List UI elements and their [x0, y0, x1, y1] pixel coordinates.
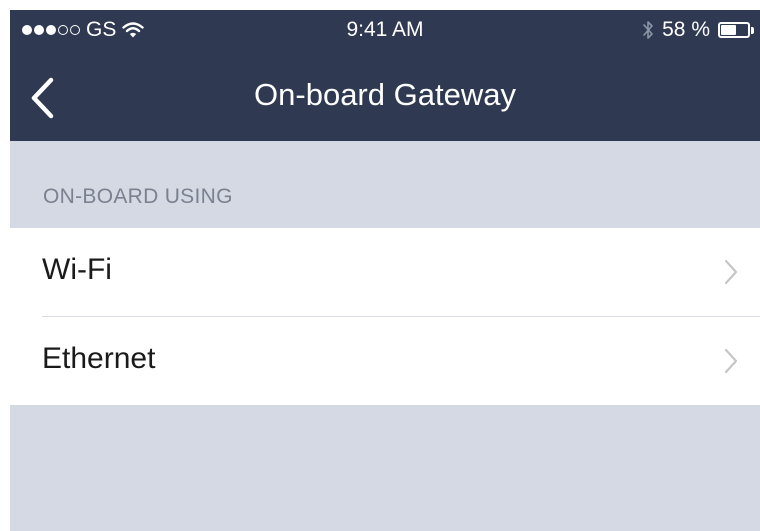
nav-bar: On-board Gateway	[10, 60, 760, 136]
battery-fill	[721, 25, 737, 35]
bluetooth-icon	[642, 20, 654, 40]
header: GS 9:41 AM 58 % On-board Gateway	[10, 10, 760, 141]
status-right: 58 %	[642, 18, 754, 42]
app-screen: GS 9:41 AM 58 % On-board Gateway ON-BOAR…	[10, 10, 760, 531]
list-item-label: Wi-Fi	[42, 253, 112, 286]
battery-percentage: 58 %	[662, 18, 710, 41]
options-list: Wi-Fi Ethernet	[10, 228, 760, 405]
chevron-right-icon	[724, 259, 738, 285]
battery-icon	[718, 22, 754, 38]
list-item-wifi[interactable]: Wi-Fi	[10, 228, 760, 317]
list-item-ethernet[interactable]: Ethernet	[10, 317, 760, 405]
battery-tip	[751, 26, 754, 34]
page-title: On-board Gateway	[254, 77, 516, 112]
battery-body	[718, 22, 750, 38]
section-header: ON-BOARD USING	[43, 185, 233, 208]
status-bar: GS 9:41 AM 58 %	[10, 10, 760, 54]
chevron-right-icon	[724, 348, 738, 374]
list-item-label: Ethernet	[42, 342, 156, 375]
